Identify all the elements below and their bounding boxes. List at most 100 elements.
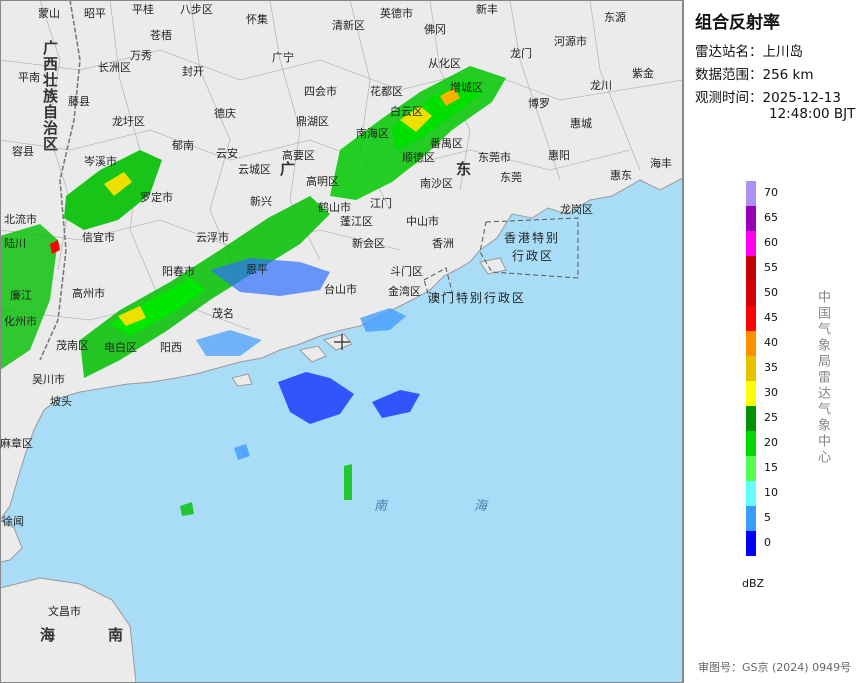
color-scale-tick: 60: [764, 236, 778, 249]
time-row: 观测时间：2025-12-13: [695, 86, 841, 106]
place-label: 博罗: [528, 97, 550, 110]
place-label: 化州市: [4, 315, 37, 328]
place-label: 花都区: [370, 85, 403, 98]
color-scale-segment: [746, 456, 756, 481]
place-label: 广宁: [272, 51, 294, 64]
place-label: 藤县: [68, 95, 90, 108]
color-scale-segment: [746, 206, 756, 231]
place-label: 金湾区: [388, 285, 421, 298]
sar-label-hongkong-1: 香港特别: [504, 231, 561, 245]
place-label: 惠阳: [548, 149, 570, 162]
province-label-guangdong-1: 广: [280, 160, 297, 178]
echo-offshore-2: [372, 390, 420, 418]
place-label: 香洲: [432, 237, 454, 250]
place-label: 河源市: [554, 35, 587, 48]
place-label: 东莞: [500, 171, 522, 184]
province-label-hainan-1: 海: [40, 626, 57, 644]
place-label: 德庆: [214, 107, 236, 120]
place-label: 苍梧: [150, 29, 172, 42]
place-label: 白云区: [390, 105, 423, 118]
station-value: 上川岛: [762, 44, 804, 60]
place-label: 吴川市: [32, 373, 65, 386]
place-label: 新会区: [352, 237, 385, 250]
sea-label-2: 海: [474, 499, 488, 514]
echo-offshore-4: [234, 444, 250, 460]
place-label: 惠东: [610, 169, 632, 182]
color-scale-segment: [746, 256, 756, 281]
range-row: 数据范围：256 km: [695, 63, 814, 83]
place-label: 电白区: [104, 341, 137, 354]
place-label: 郁南: [172, 139, 194, 152]
place-label: 恩平: [246, 263, 268, 276]
place-label: 怀集: [246, 13, 268, 26]
place-label: 紫金: [632, 67, 654, 80]
info-panel: 组合反射率 雷达站名：上川岛 数据范围：256 km 观测时间：2025-12-…: [683, 0, 860, 683]
place-label: 新丰: [476, 3, 498, 16]
place-label: 文昌市: [48, 605, 81, 618]
place-label: 龙圩区: [112, 115, 145, 128]
place-label: 茂名: [212, 307, 234, 320]
color-scale-tick: 10: [764, 486, 778, 499]
place-label: 茂南区: [56, 339, 89, 352]
color-scale-tick: 55: [764, 261, 778, 274]
color-scale-tick: 0: [764, 536, 771, 549]
echo-offshore-1: [278, 372, 354, 424]
color-scale-segment: [746, 331, 756, 356]
time-date: 2025-12-13: [762, 90, 841, 106]
place-label: 番禺区: [430, 137, 463, 150]
place-label: 高要区: [282, 149, 315, 162]
place-label: 龙岗区: [560, 203, 593, 216]
echo-offshore-5: [344, 464, 352, 500]
place-label: 佛冈: [424, 23, 446, 36]
color-scale-segment: [746, 506, 756, 531]
place-label: 罗定市: [140, 191, 173, 204]
color-scale-unit: dBZ: [742, 577, 765, 590]
place-label: 台山市: [324, 283, 357, 296]
time-label: 观测时间：: [695, 90, 763, 106]
color-scale-tick: 5: [764, 511, 771, 524]
place-label: 岑溪市: [84, 155, 117, 168]
place-label: 江门: [370, 197, 392, 210]
color-scale-segment: [746, 181, 756, 206]
echo-offshore-6: [180, 502, 194, 516]
place-label: 惠城: [570, 117, 592, 130]
place-label: 新兴: [250, 195, 272, 208]
station-label: 雷达站名：: [695, 44, 763, 60]
color-scale-tick: 30: [764, 386, 778, 399]
place-label: 中山市: [406, 215, 439, 228]
place-label: 东莞市: [478, 151, 511, 164]
place-label: 信宜市: [82, 231, 115, 244]
color-scale: [746, 181, 756, 556]
place-label: 南海区: [356, 127, 389, 140]
color-scale-tick: 25: [764, 411, 778, 424]
sea-label-1: 南: [374, 499, 388, 514]
radar-map[interactable]: 广西壮族自治区 广 东 海 南 南 海 香港特别 行政区 澳门特别行政区 蒙山 …: [0, 0, 683, 683]
place-label: 高明区: [306, 175, 339, 188]
place-label: 清新区: [332, 19, 365, 32]
color-scale-tick: 70: [764, 186, 778, 199]
place-label: 顺德区: [402, 151, 435, 164]
place-label: 从化区: [428, 57, 461, 70]
place-label: 蓬江区: [340, 215, 373, 228]
place-label: 北流市: [4, 213, 37, 226]
place-label: 长洲区: [98, 61, 131, 74]
color-scale-segment: [746, 356, 756, 381]
place-label: 增城区: [450, 81, 483, 94]
place-label: 龙门: [510, 47, 532, 60]
place-label: 容县: [12, 145, 34, 158]
color-scale-segment: [746, 381, 756, 406]
place-label: 云安: [216, 147, 238, 160]
color-scale-tick: 45: [764, 311, 778, 324]
place-label: 鹤山市: [318, 201, 351, 214]
island-1: [299, 345, 327, 363]
color-scale-tick: 40: [764, 336, 778, 349]
island-4: [479, 257, 507, 275]
station-row: 雷达站名：上川岛: [695, 40, 803, 60]
place-label: 鼎湖区: [296, 115, 329, 128]
place-label: 四会市: [304, 85, 337, 98]
color-scale-segment: [746, 481, 756, 506]
time-clock: 12:48:00 BJT: [769, 106, 856, 122]
color-scale-tick: 65: [764, 211, 778, 224]
color-scale-tick: 35: [764, 361, 778, 374]
island-3: [231, 373, 253, 387]
